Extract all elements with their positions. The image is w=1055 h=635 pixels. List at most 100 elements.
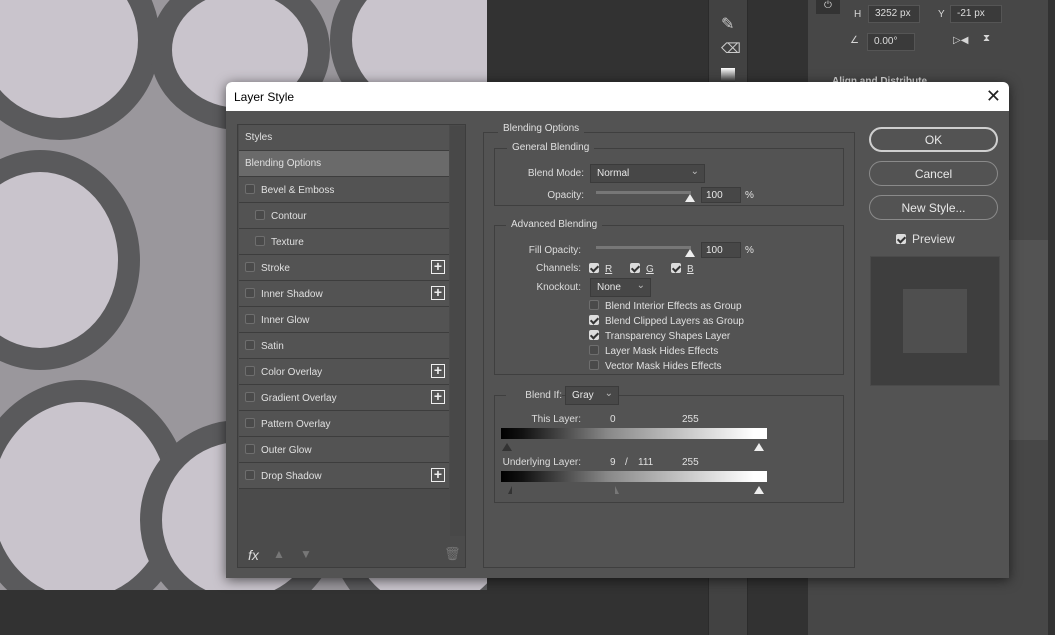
blend-mode-select[interactable]: Normal ⌄: [590, 164, 705, 183]
trash-icon[interactable]: 🗑: [444, 546, 461, 562]
this-layer-gradient: [501, 428, 767, 439]
new-style-button[interactable]: New Style...: [869, 195, 998, 220]
option-label: Transparency Shapes Layer: [605, 331, 731, 342]
style-item-label: Color Overlay: [261, 367, 323, 378]
style-item-color-overlay[interactable]: Color Overlay +: [239, 359, 449, 385]
style-item-label: Drop Shadow: [261, 471, 322, 482]
style-item-inner-glow[interactable]: Inner Glow: [239, 307, 449, 333]
checkbox-icon: [589, 345, 599, 355]
style-checkbox[interactable]: [245, 418, 255, 428]
preview-thumbnail: [870, 256, 1000, 386]
style-item-pattern-overlay[interactable]: Pattern Overlay: [239, 411, 449, 437]
channel-g-checkbox[interactable]: G: [630, 263, 654, 275]
flip-horizontal-icon[interactable]: ▷◀: [953, 35, 968, 46]
option-blend-clipped-layers-as-group-checkbox[interactable]: Blend Clipped Layers as Group: [589, 315, 744, 327]
option-label: Vector Mask Hides Effects: [605, 361, 722, 372]
fill-opacity-slider-thumb[interactable]: [685, 249, 695, 257]
power-icon[interactable]: ⏻: [816, 0, 840, 14]
style-item-label: Inner Glow: [261, 315, 310, 326]
style-checkbox[interactable]: [255, 210, 265, 220]
style-item-contour[interactable]: Contour: [239, 203, 449, 229]
brush-tool-icon[interactable]: ✎: [721, 14, 734, 34]
advanced-blending-title: Advanced Blending: [506, 219, 603, 230]
style-item-styles[interactable]: Styles: [239, 125, 449, 151]
underlying-white-thumb[interactable]: [754, 486, 764, 494]
style-item-label: Contour: [271, 211, 307, 222]
add-effect-icon[interactable]: +: [431, 467, 445, 482]
move-up-icon[interactable]: ▲: [273, 547, 285, 561]
preview-label: Preview: [912, 232, 955, 246]
opacity-slider-thumb[interactable]: [685, 194, 695, 202]
style-item-label: Inner Shadow: [261, 289, 323, 300]
style-checkbox[interactable]: [245, 262, 255, 272]
gradient-tool-icon[interactable]: [721, 68, 735, 82]
blending-options-title: Blending Options: [498, 123, 585, 134]
style-item-gradient-overlay[interactable]: Gradient Overlay +: [239, 385, 449, 411]
style-item-inner-shadow[interactable]: Inner Shadow +: [239, 281, 449, 307]
style-checkbox[interactable]: [245, 444, 255, 454]
angle-icon: ∠: [850, 35, 859, 46]
channel-b-checkbox[interactable]: B: [671, 263, 694, 275]
style-checkbox[interactable]: [255, 236, 265, 246]
eraser-tool-icon[interactable]: ⌫: [721, 40, 741, 57]
add-effect-icon[interactable]: +: [431, 363, 445, 378]
style-item-stroke[interactable]: Stroke +: [239, 255, 449, 281]
add-effect-icon[interactable]: +: [431, 285, 445, 300]
chevron-down-icon: ⌄: [604, 388, 613, 399]
dialog-title: Layer Style: [234, 90, 295, 104]
underlying-split-thumb-right[interactable]: [615, 486, 619, 494]
fill-opacity-input[interactable]: 100: [701, 242, 741, 258]
opacity-slider[interactable]: [596, 191, 691, 194]
angle-input[interactable]: 0.00°: [867, 33, 915, 51]
blend-if-value: Gray: [572, 390, 594, 401]
style-item-satin[interactable]: Satin: [239, 333, 449, 359]
y-input[interactable]: -21 px: [950, 5, 1002, 23]
fill-opacity-slider[interactable]: [596, 246, 691, 249]
option-label: Layer Mask Hides Effects: [605, 346, 719, 357]
style-checkbox[interactable]: [245, 470, 255, 480]
close-icon[interactable]: ✕: [986, 86, 1001, 107]
ok-button[interactable]: OK: [869, 127, 998, 152]
style-item-bevel-emboss[interactable]: Bevel & Emboss: [239, 177, 449, 203]
add-effect-icon[interactable]: +: [431, 259, 445, 274]
blend-if-label: Blend If:: [506, 390, 562, 401]
style-checkbox[interactable]: [245, 366, 255, 376]
flip-vertical-icon[interactable]: ⧗: [983, 33, 990, 44]
style-checkbox[interactable]: [245, 184, 255, 194]
knockout-select[interactable]: None ⌄: [590, 278, 651, 297]
cancel-button[interactable]: Cancel: [869, 161, 998, 186]
option-transparency-shapes-layer-checkbox[interactable]: Transparency Shapes Layer: [589, 330, 730, 342]
blend-if-select[interactable]: Gray ⌄: [565, 386, 619, 405]
style-item-blending-options[interactable]: Blending Options: [239, 151, 449, 177]
option-layer-mask-hides-effects-checkbox[interactable]: Layer Mask Hides Effects: [589, 345, 718, 357]
this-layer-white-thumb[interactable]: [754, 443, 764, 451]
preview-checkbox[interactable]: Preview: [896, 232, 955, 246]
move-down-icon[interactable]: ▼: [300, 547, 312, 561]
underlying-separator: /: [625, 457, 628, 468]
checkbox-icon: [896, 234, 906, 244]
underlying-split-thumb-left[interactable]: [508, 486, 512, 494]
styles-list: Styles Blending Options Bevel & Emboss Cont…: [237, 124, 466, 568]
opacity-input[interactable]: 100: [701, 187, 741, 203]
this-layer-black-thumb[interactable]: [502, 443, 512, 451]
style-checkbox[interactable]: [245, 392, 255, 402]
channel-r-checkbox[interactable]: R: [589, 263, 612, 275]
style-checkbox[interactable]: [245, 288, 255, 298]
styles-scrollbar[interactable]: [450, 126, 465, 536]
checkbox-icon: [671, 263, 681, 273]
style-item-outer-glow[interactable]: Outer Glow: [239, 437, 449, 463]
style-item-label: Outer Glow: [261, 445, 312, 456]
add-effect-icon[interactable]: +: [431, 389, 445, 404]
style-checkbox[interactable]: [245, 314, 255, 324]
option-blend-interior-effects-as-group-checkbox[interactable]: Blend Interior Effects as Group: [589, 300, 742, 312]
height-input[interactable]: 3252 px: [868, 5, 920, 23]
style-item-texture[interactable]: Texture: [239, 229, 449, 255]
option-vector-mask-hides-effects-checkbox[interactable]: Vector Mask Hides Effects: [589, 360, 722, 372]
option-label: Blend Clipped Layers as Group: [605, 316, 744, 327]
knockout-value: None: [597, 282, 621, 293]
underlying-low-a-value: 9: [610, 457, 616, 468]
fx-button[interactable]: fx: [248, 547, 259, 563]
style-item-drop-shadow[interactable]: Drop Shadow +: [239, 463, 449, 489]
style-checkbox[interactable]: [245, 340, 255, 350]
checkbox-icon: [589, 315, 599, 325]
